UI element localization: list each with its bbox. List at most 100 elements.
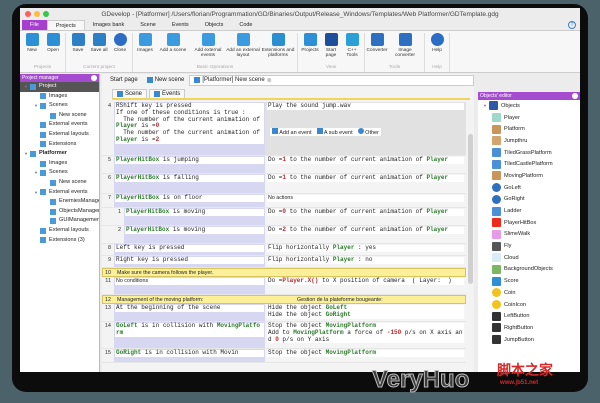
object-item[interactable]: JumpButton <box>478 334 580 346</box>
event-conditions[interactable]: RShift key is pressed If one of these con… <box>114 102 265 155</box>
event-actions[interactable]: Flip horizontally Player : no <box>265 256 466 267</box>
add-other-button[interactable]: Other <box>357 128 379 136</box>
event-row[interactable]: 9 Right key is pressed Flip horizontally P… <box>102 256 466 268</box>
event-row[interactable]: 7 PlayerHitBox is on floor No actions <box>102 194 466 208</box>
event-actions[interactable]: Flip horizontally Player : yes <box>265 244 466 255</box>
event-row[interactable]: 6 PlayerHitBox is falling Do =1 to the num… <box>102 174 466 194</box>
minimize-window-button[interactable] <box>34 11 40 17</box>
tree-item[interactable]: External events <box>20 120 99 130</box>
c++-tools-button[interactable]: C++ Tools <box>342 33 362 65</box>
ribbon-tab-file[interactable]: File <box>22 20 47 30</box>
tree-item[interactable]: ▼ External events <box>20 188 99 198</box>
event-actions[interactable]: Do =1 to the number of current animation… <box>265 174 466 193</box>
event-conditions[interactable]: Left key is pressed <box>114 244 265 255</box>
extensions-and-platforms-button[interactable]: Extensions and platforms <box>261 33 295 65</box>
ribbon-tab-objects[interactable]: Objects <box>197 20 232 30</box>
event-conditions[interactable]: At the beginning of the scene <box>114 304 265 321</box>
event-actions[interactable]: Do =Player.X() to X position of camera (… <box>265 277 466 294</box>
object-item[interactable]: Fly <box>478 240 580 252</box>
event-row[interactable]: 2 PlayerHitBox is moving Do =2 to the numb… <box>102 226 466 244</box>
close-panel-icon[interactable] <box>572 93 578 99</box>
object-item[interactable]: PlayerHitBox <box>478 217 580 229</box>
tree-item[interactable]: External layouts <box>20 130 99 140</box>
object-item[interactable]: GoRight <box>478 194 580 206</box>
event-row[interactable]: 11 No conditions Do =Player.X() to X posit… <box>102 277 466 295</box>
object-item[interactable]: TiledGrassPlatform <box>478 147 580 159</box>
event-row[interactable]: 15 GoRight is in collision with Movin Stop… <box>102 349 466 363</box>
event-row[interactable]: 1 PlayerHitBox is moving Do =0 to the numb… <box>102 208 466 226</box>
tree-item[interactable]: Images <box>20 159 99 169</box>
event-conditions[interactable]: PlayerHitBox is jumping <box>114 156 265 173</box>
tree-item[interactable]: GUIManagement <box>20 216 99 226</box>
ribbon-tab-images-bank[interactable]: Images bank <box>85 20 133 30</box>
object-item[interactable]: RightButton <box>478 322 580 334</box>
close-window-button[interactable] <box>25 11 31 17</box>
tab-scene[interactable]: Scene <box>112 89 148 98</box>
add-a-scene-button[interactable]: Add a scene <box>156 33 190 65</box>
event-actions[interactable]: Do =2 to the number of current animation… <box>265 226 466 243</box>
tree-item[interactable]: EnemiesManagement <box>20 197 99 207</box>
tree-item[interactable]: Extensions <box>20 140 99 150</box>
event-row[interactable]: 8 Left key is pressed Flip horizontally Pl… <box>102 244 466 256</box>
document-tab[interactable]: New scene <box>143 76 189 84</box>
close-panel-icon[interactable] <box>91 75 97 81</box>
object-item[interactable]: Ladder <box>478 205 580 217</box>
event-conditions[interactable]: GoRight is in collision with Movin <box>114 349 265 362</box>
images-button[interactable]: Images <box>135 33 155 65</box>
object-item[interactable]: Score <box>478 275 580 287</box>
event-row[interactable]: 14 GoLeft is in collision with MovingPlat… <box>102 322 466 349</box>
object-item[interactable]: GoLeft <box>478 182 580 194</box>
event-conditions[interactable]: PlayerHitBox is falling <box>114 174 265 193</box>
object-item[interactable]: TiledCastlePlatform <box>478 158 580 170</box>
event-row[interactable]: 5 PlayerHitBox is jumping Do =1 to the num… <box>102 156 466 174</box>
tab-events[interactable]: Events <box>149 89 186 98</box>
event-row[interactable]: 13 At the beginning of the scene Hide the … <box>102 304 466 322</box>
event-actions[interactable]: Stop the object MovingPlatform Add to Mov… <box>265 322 466 348</box>
zoom-window-button[interactable] <box>43 11 49 17</box>
projects-button[interactable]: Projects <box>300 33 320 65</box>
object-item[interactable]: SlimeWalk <box>478 229 580 241</box>
event-actions[interactable]: Stop the object MovingPlatform <box>265 349 466 362</box>
object-item[interactable]: Coin <box>478 287 580 299</box>
ribbon-tab-scene[interactable]: Scene <box>132 20 164 30</box>
tree-item[interactable]: New scene <box>20 178 99 188</box>
save-button[interactable]: Save <box>68 33 88 65</box>
event-actions[interactable]: Do =0 to the number of current animation… <box>265 208 466 225</box>
add-sub-event-button[interactable]: A sub event <box>316 128 353 136</box>
comment-event[interactable]: 12 Management of the moving platform: Gest… <box>102 295 466 304</box>
event-conditions[interactable]: PlayerHitBox is moving <box>124 208 265 225</box>
tree-item[interactable]: New scene <box>20 111 99 121</box>
event-conditions[interactable]: GoLeft is in collision with MovingPlatfo… <box>114 322 265 348</box>
help-button[interactable]: Help <box>427 33 447 65</box>
event-conditions[interactable]: PlayerHitBox is moving <box>124 226 265 243</box>
tree-item[interactable]: Extensions (3) <box>20 236 99 246</box>
tree-item[interactable]: Images <box>20 92 99 102</box>
ribbon-tab-code[interactable]: Code <box>231 20 260 30</box>
image-converter-button[interactable]: Image converter <box>388 33 422 65</box>
object-item[interactable]: LeftButton <box>478 310 580 322</box>
event-conditions[interactable]: PlayerHitBox is on floor <box>114 194 265 207</box>
event-conditions[interactable]: No conditions <box>114 277 265 294</box>
document-tab[interactable]: [Platformer] New scene ⊗ <box>189 74 474 86</box>
new-button[interactable]: New <box>22 33 42 65</box>
tree-item[interactable]: ObjectsManagement <box>20 207 99 217</box>
save-all-button[interactable]: Save all <box>89 33 109 65</box>
tree-item[interactable]: ▼ Scenes <box>20 168 99 178</box>
object-item[interactable]: Cloud <box>478 252 580 264</box>
comment-event[interactable]: 10 Make sure the camera follows the playe… <box>102 268 466 277</box>
close-button[interactable]: Close <box>110 33 130 65</box>
tree-item[interactable]: ▼ Platformer <box>20 149 99 159</box>
close-tab-icon[interactable]: ⊗ <box>267 77 272 84</box>
document-tab[interactable]: Start page <box>106 76 142 84</box>
converter-button[interactable]: Converter <box>366 33 388 65</box>
add-external-events-button[interactable]: Add external events <box>191 33 225 65</box>
tree-item[interactable]: ▼ Project <box>20 82 99 92</box>
start-page-button[interactable]: Start page <box>321 33 341 65</box>
add-an-external-layout-button[interactable]: Add an external layout <box>226 33 260 65</box>
event-actions[interactable]: No actions <box>265 194 466 207</box>
object-item[interactable]: Platform <box>478 123 580 135</box>
event-conditions[interactable]: Right key is pressed <box>114 256 265 267</box>
ribbon-tab-projects[interactable]: Projects <box>46 20 85 30</box>
object-item[interactable]: Player <box>478 112 580 124</box>
tree-item[interactable]: External layouts <box>20 226 99 236</box>
